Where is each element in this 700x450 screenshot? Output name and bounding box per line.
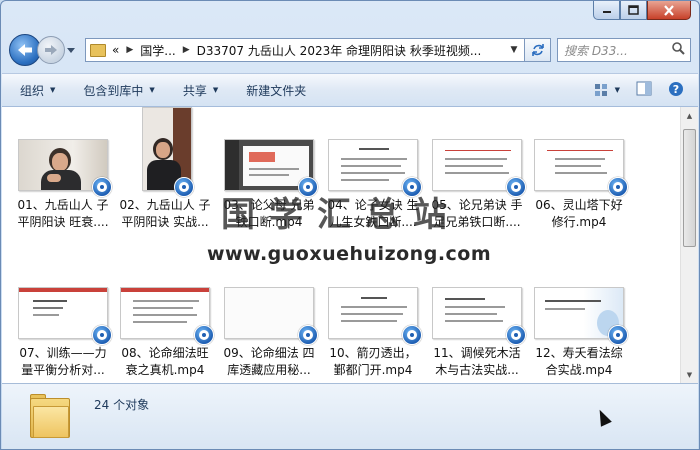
- file-name-line2: 木与古法实战...: [435, 363, 519, 377]
- new-folder-button[interactable]: 新建文件夹: [246, 82, 306, 99]
- preview-pane-icon: [636, 81, 652, 96]
- share-menu[interactable]: 共享 ▼: [183, 82, 218, 99]
- view-options-icon: [594, 84, 607, 96]
- recent-pages-button[interactable]: [67, 43, 77, 57]
- file-name-line1: 08、论命细法旺: [121, 346, 209, 360]
- video-file-badge-icon: [298, 325, 318, 345]
- command-bar: 组织 ▼ 包含到库中 ▼ 共享 ▼ 新建文件夹 ▼ ?: [2, 73, 698, 107]
- video-file-badge-icon: [506, 177, 526, 197]
- breadcrumb-segment-parent[interactable]: 国学...: [140, 42, 175, 59]
- video-file-badge-icon: [506, 325, 526, 345]
- file-name-line2: 修行.mp4: [551, 215, 607, 229]
- breadcrumb-overflow[interactable]: «: [112, 43, 119, 57]
- dropdown-arrow-icon: ▼: [212, 86, 219, 94]
- caption-buttons: [593, 1, 691, 20]
- forward-button[interactable]: [37, 36, 65, 64]
- file-name-line1: 11、调候死木活: [433, 346, 521, 360]
- organize-label: 组织: [20, 83, 45, 98]
- scroll-up-icon[interactable]: ▲: [681, 107, 698, 124]
- breadcrumb-separator-icon: ▶: [126, 45, 134, 55]
- close-icon: [664, 4, 674, 16]
- address-row: « ▶ 国学... ▶ D33707 九岳山人 2023年 命理阴阳诀 秋季班视…: [9, 33, 691, 67]
- folder-icon: [30, 394, 70, 438]
- vertical-scrollbar[interactable]: ▲ ▼: [680, 107, 698, 383]
- forward-arrow-icon: [45, 45, 57, 55]
- dropdown-arrow-icon: ▼: [149, 86, 155, 94]
- file-name-line1: 01、九岳山人 子: [17, 198, 109, 212]
- file-name-line2: 衰之真机.mp4: [125, 363, 205, 377]
- video-file-badge-icon: [402, 325, 422, 345]
- close-button[interactable]: [647, 1, 691, 20]
- refresh-button[interactable]: [525, 38, 551, 62]
- view-options-button[interactable]: ▼: [594, 83, 620, 97]
- include-in-library-menu[interactable]: 包含到库中 ▼: [83, 82, 154, 99]
- maximize-button[interactable]: [620, 1, 647, 20]
- video-file-badge-icon: [92, 325, 112, 345]
- file-name-line1: 07、训练——力: [19, 346, 107, 360]
- toolbar-right: ▼ ?: [594, 81, 684, 100]
- scroll-down-icon[interactable]: ▼: [681, 366, 698, 383]
- include-library-label: 包含到库中: [83, 83, 144, 98]
- minimize-button[interactable]: [593, 1, 620, 20]
- share-label: 共享: [182, 83, 207, 98]
- video-file-badge-icon: [608, 177, 628, 197]
- file-name-line1: 10、箭刃透出，: [329, 346, 417, 360]
- refresh-icon: [531, 44, 544, 56]
- search-input[interactable]: 搜索 D33...: [557, 38, 691, 62]
- preview-pane-button[interactable]: [636, 81, 652, 99]
- file-name-line2: 鄞都门开.mp4: [333, 363, 413, 377]
- dropdown-arrow-icon: ▼: [614, 86, 620, 94]
- file-name-line1: 09、论命细法 四: [223, 346, 315, 360]
- minimize-icon: [602, 11, 611, 13]
- breadcrumb-segment-current[interactable]: D33707 九岳山人 2023年 命理阴阳诀 秋季班视频...: [197, 42, 482, 59]
- file-name-line2: 库透藏应用秘...: [227, 363, 311, 377]
- file-name-line2: 平阴阳诀 实战...: [121, 215, 209, 229]
- file-name-line2: 合实战.mp4: [545, 363, 613, 377]
- back-arrow-icon: [18, 44, 32, 56]
- item-count: 24 个对象: [94, 398, 150, 412]
- help-button[interactable]: ?: [668, 81, 684, 100]
- dropdown-arrow-icon: ▼: [50, 86, 56, 94]
- file-name-line2: 量平衡分析对...: [21, 363, 105, 377]
- address-bar[interactable]: « ▶ 国学... ▶ D33707 九岳山人 2023年 命理阴阳诀 秋季班视…: [85, 38, 525, 62]
- video-file-badge-icon: [174, 177, 194, 197]
- breadcrumb-separator-icon: ▶: [182, 45, 190, 55]
- file-name-line2: 平阴阳诀 旺衰....: [17, 215, 109, 229]
- chevron-down-icon: [67, 48, 75, 53]
- help-icon: ?: [669, 81, 683, 96]
- file-name-line1: 02、九岳山人 子: [119, 198, 211, 212]
- scroll-thumb[interactable]: [683, 129, 696, 247]
- details-pane: 24 个对象: [2, 383, 698, 449]
- explorer-window: « ▶ 国学... ▶ D33707 九岳山人 2023年 命理阴阳诀 秋季班视…: [0, 0, 700, 450]
- new-folder-label: 新建文件夹: [246, 83, 307, 98]
- file-name-line1: 06、灵山塔下好: [535, 198, 623, 212]
- organize-menu[interactable]: 组织 ▼: [20, 82, 55, 99]
- video-file-badge-icon: [194, 325, 214, 345]
- maximize-icon: [628, 5, 639, 15]
- address-dropdown-icon[interactable]: ▼: [504, 45, 524, 55]
- video-file-badge-icon: [92, 177, 112, 197]
- folder-icon: [90, 43, 106, 57]
- search-placeholder: 搜索 D33...: [564, 43, 628, 58]
- watermark-url: www.guoxuehuizong.com: [207, 243, 492, 265]
- svg-text:?: ?: [673, 83, 679, 96]
- watermark-title: 国学汇总站: [221, 195, 461, 235]
- file-name-line1: 12、寿夭看法综: [535, 346, 623, 360]
- video-file-badge-icon: [608, 325, 628, 345]
- search-icon[interactable]: [672, 42, 685, 58]
